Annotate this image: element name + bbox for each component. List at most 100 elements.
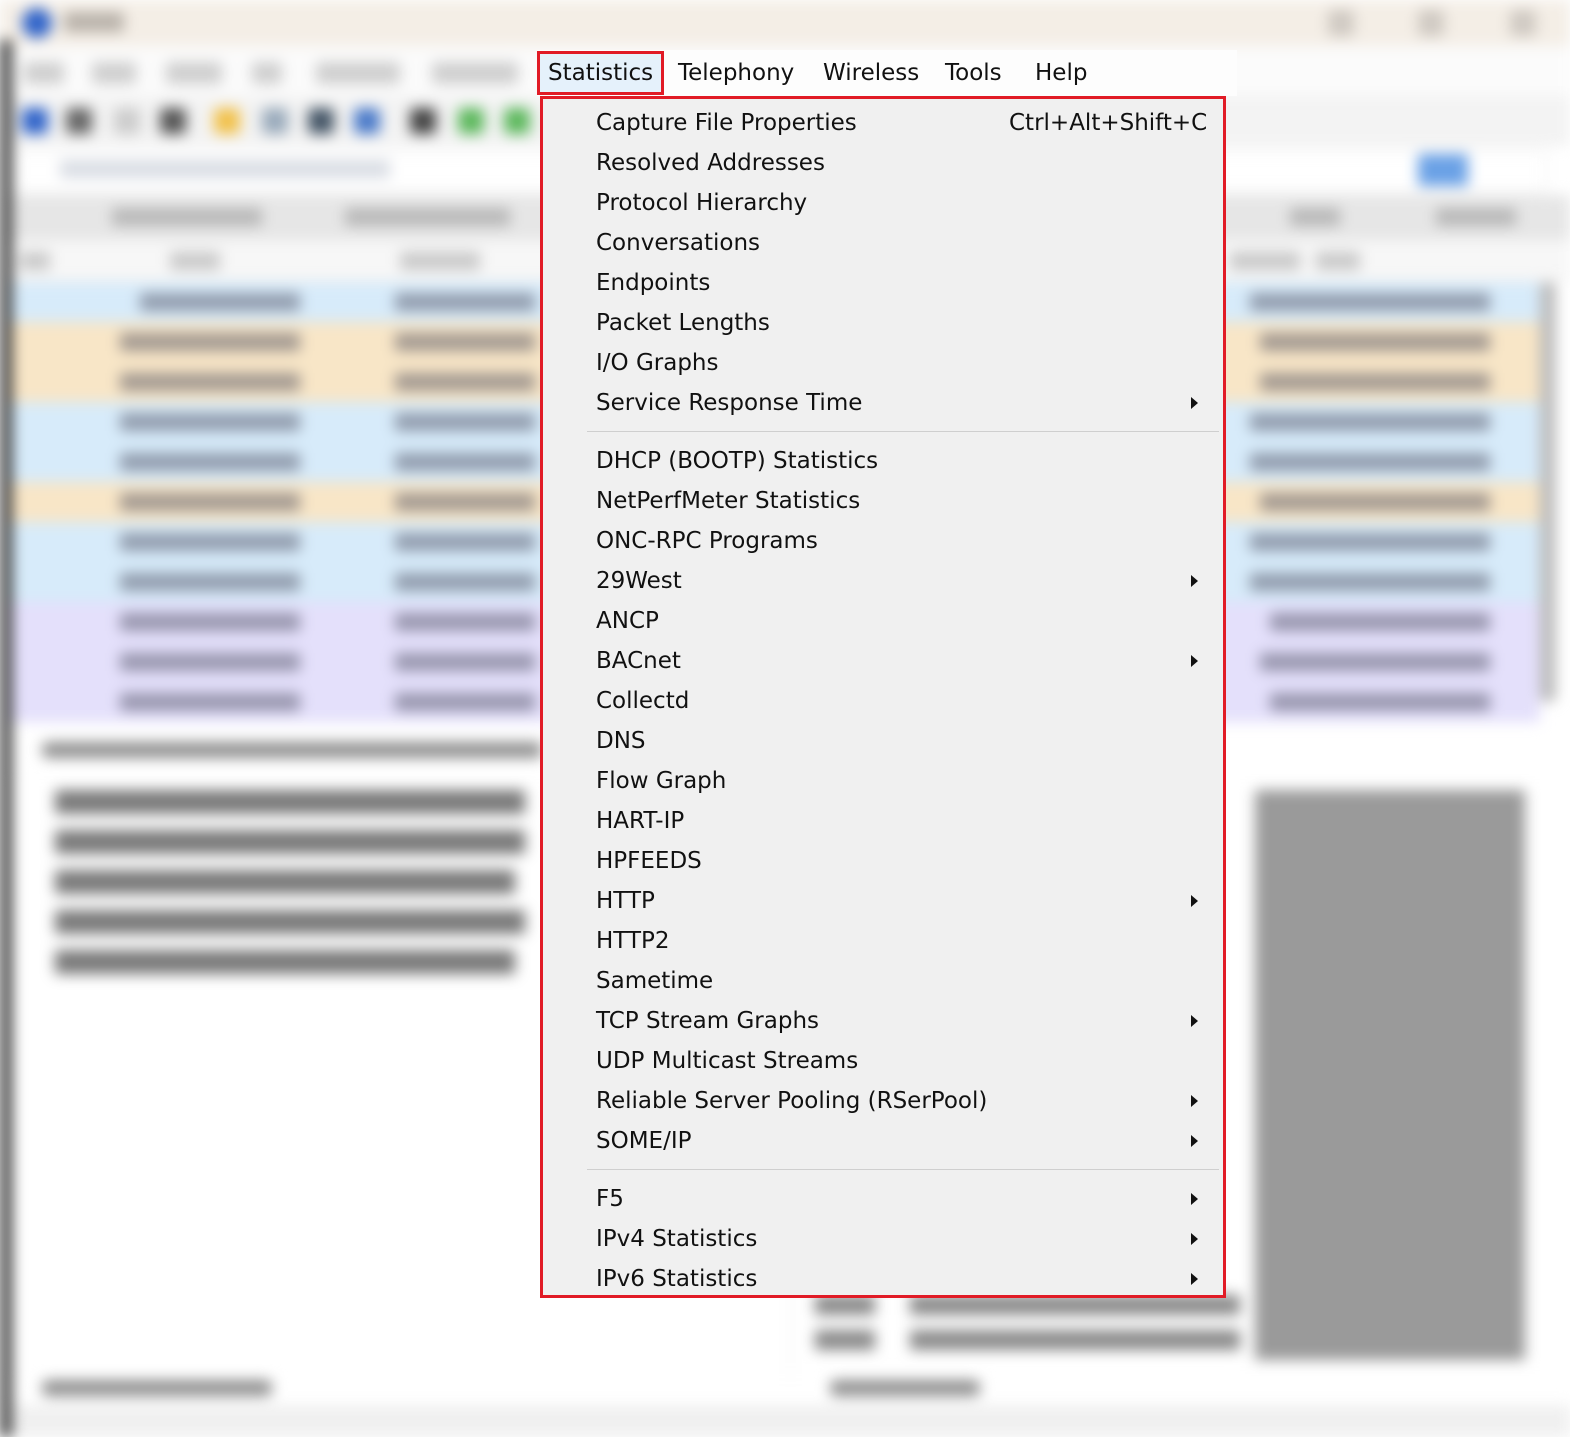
detail-line[interactable]	[55, 870, 515, 894]
menu-item-ipv4-statistics[interactable]: IPv4 Statistics	[543, 1219, 1223, 1259]
menu-item-label: Capture File Properties	[596, 110, 857, 136]
menu-item-reliable-server-pooling-rserpool[interactable]: Reliable Server Pooling (RSerPool)	[543, 1081, 1223, 1121]
menu-item-label: BACnet	[596, 648, 681, 674]
statistics-dropdown-menu: Capture File Properties Ctrl+Alt+Shift+C R…	[540, 96, 1226, 1298]
stop-icon[interactable]	[66, 108, 92, 134]
menu-item-onc-rpc-programs[interactable]: ONC-RPC Programs	[543, 521, 1223, 561]
menu-item-label: Collectd	[596, 688, 690, 714]
packet-list-hscrollbar[interactable]	[42, 742, 542, 758]
reload-icon[interactable]	[354, 108, 380, 134]
hex-dump-columns	[1255, 790, 1525, 1360]
chevron-right-icon	[1191, 1015, 1198, 1027]
close-button[interactable]	[1510, 10, 1536, 36]
menu-help[interactable]: Help	[1027, 52, 1095, 94]
column-length[interactable]	[1230, 252, 1300, 270]
menu-item-conversations[interactable]: Conversations	[543, 223, 1223, 263]
menu-item-label: SOME/IP	[596, 1128, 692, 1154]
menu-item-tcp-stream-graphs[interactable]: TCP Stream Graphs	[543, 1001, 1223, 1041]
menu-item-packet-lengths[interactable]: Packet Lengths	[543, 303, 1223, 343]
column-source[interactable]	[400, 252, 480, 270]
status-bar	[0, 1405, 1570, 1437]
bytes-hscrollbar[interactable]	[830, 1380, 980, 1396]
menu-item-label: UDP Multicast Streams	[596, 1048, 859, 1074]
menu-item-label: I/O Graphs	[596, 350, 719, 376]
menu-item-capture-file-properties[interactable]: Capture File Properties Ctrl+Alt+Shift+C	[543, 103, 1223, 143]
menu-item-label: HTTP	[596, 888, 655, 914]
menu-item-http2[interactable]: HTTP2	[543, 921, 1223, 961]
menu-item-endpoints[interactable]: Endpoints	[543, 263, 1223, 303]
menu-item-29west[interactable]: 29West	[543, 561, 1223, 601]
menu-item-i-o-graphs[interactable]: I/O Graphs	[543, 343, 1223, 383]
menu-item-label: Service Response Time	[596, 390, 863, 416]
find-icon[interactable]	[410, 108, 436, 134]
menu-item-flow-graph[interactable]: Flow Graph	[543, 761, 1223, 801]
minimize-button[interactable]	[1328, 10, 1354, 36]
restart-icon[interactable]	[114, 108, 140, 134]
close-file-icon[interactable]	[308, 108, 334, 134]
packet-list-scrollbar[interactable]	[1540, 282, 1556, 702]
menu-item-hart-ip[interactable]: HART-IP	[543, 801, 1223, 841]
back-icon[interactable]	[458, 108, 484, 134]
detail-line[interactable]	[55, 790, 525, 814]
maximize-button[interactable]	[1418, 10, 1444, 36]
menu-tools[interactable]: Tools	[937, 52, 1010, 94]
menu-item-label: IPv4 Statistics	[596, 1226, 758, 1252]
menu-item-label: Protocol Hierarchy	[596, 190, 808, 216]
tab-narrow-wide[interactable]	[345, 208, 510, 226]
menu-file[interactable]	[24, 62, 64, 84]
menu-item-label: 29West	[596, 568, 682, 594]
hex-bytes	[910, 1330, 1240, 1350]
detail-line[interactable]	[55, 910, 525, 934]
tab-packet-details[interactable]	[112, 208, 262, 226]
chevron-right-icon	[1191, 1135, 1198, 1147]
menu-go[interactable]	[252, 62, 282, 84]
menu-view[interactable]	[166, 62, 222, 84]
column-time[interactable]	[170, 252, 220, 270]
menu-item-udp-multicast-streams[interactable]: UDP Multicast Streams	[543, 1041, 1223, 1081]
menu-item-bacnet[interactable]: BACnet	[543, 641, 1223, 681]
menu-item-label: IPv6 Statistics	[596, 1266, 758, 1292]
menu-item-sametime[interactable]: Sametime	[543, 961, 1223, 1001]
menu-item-collectd[interactable]: Collectd	[543, 681, 1223, 721]
menu-item-dns[interactable]: DNS	[543, 721, 1223, 761]
options-icon[interactable]	[160, 108, 186, 134]
menu-separator	[587, 1169, 1219, 1170]
menu-item-some-ip[interactable]: SOME/IP	[543, 1121, 1223, 1161]
shark-fin-icon[interactable]	[22, 108, 48, 134]
menu-item-service-response-time[interactable]: Service Response Time	[543, 383, 1223, 423]
detail-line[interactable]	[55, 830, 525, 854]
details-hscrollbar[interactable]	[42, 1380, 272, 1396]
menu-statistics[interactable]: Statistics	[537, 51, 665, 95]
chevron-right-icon	[1191, 1193, 1198, 1205]
chevron-right-icon	[1191, 895, 1198, 907]
menu-item-shortcut: Ctrl+Alt+Shift+C	[1009, 110, 1208, 136]
menu-telephony[interactable]: Telephony	[670, 52, 802, 94]
menu-item-ipv6-statistics[interactable]: IPv6 Statistics	[543, 1259, 1223, 1299]
menu-item-protocol-hierarchy[interactable]: Protocol Hierarchy	[543, 183, 1223, 223]
column-info[interactable]	[1316, 252, 1360, 270]
detail-line[interactable]	[55, 950, 515, 974]
menu-capture[interactable]	[316, 62, 400, 84]
menu-edit[interactable]	[92, 62, 136, 84]
menu-item-label: Sametime	[596, 968, 714, 994]
menu-item-label: DNS	[596, 728, 646, 754]
tab-layout[interactable]	[1436, 208, 1516, 226]
menu-item-label: ANCP	[596, 608, 659, 634]
menu-item-http[interactable]: HTTP	[543, 881, 1223, 921]
menu-wireless[interactable]: Wireless	[815, 52, 927, 94]
tab-field[interactable]	[1290, 208, 1340, 226]
menu-analyze[interactable]	[432, 62, 518, 84]
menu-item-ancp[interactable]: ANCP	[543, 601, 1223, 641]
open-folder-icon[interactable]	[214, 108, 240, 134]
menu-item-hpfeeds[interactable]: HPFEEDS	[543, 841, 1223, 881]
forward-icon[interactable]	[504, 108, 530, 134]
menu-item-resolved-addresses[interactable]: Resolved Addresses	[543, 143, 1223, 183]
chevron-right-icon	[1191, 655, 1198, 667]
menu-item-netperfmeter-statistics[interactable]: NetPerfMeter Statistics	[543, 481, 1223, 521]
menu-item-f5[interactable]: F5	[543, 1179, 1223, 1219]
column-no[interactable]	[20, 252, 50, 270]
apply-filter-button[interactable]	[1418, 154, 1468, 186]
app-icon	[22, 8, 52, 38]
menu-item-dhcp-bootp-statistics[interactable]: DHCP (BOOTP) Statistics	[543, 441, 1223, 481]
save-file-icon[interactable]	[262, 108, 288, 134]
